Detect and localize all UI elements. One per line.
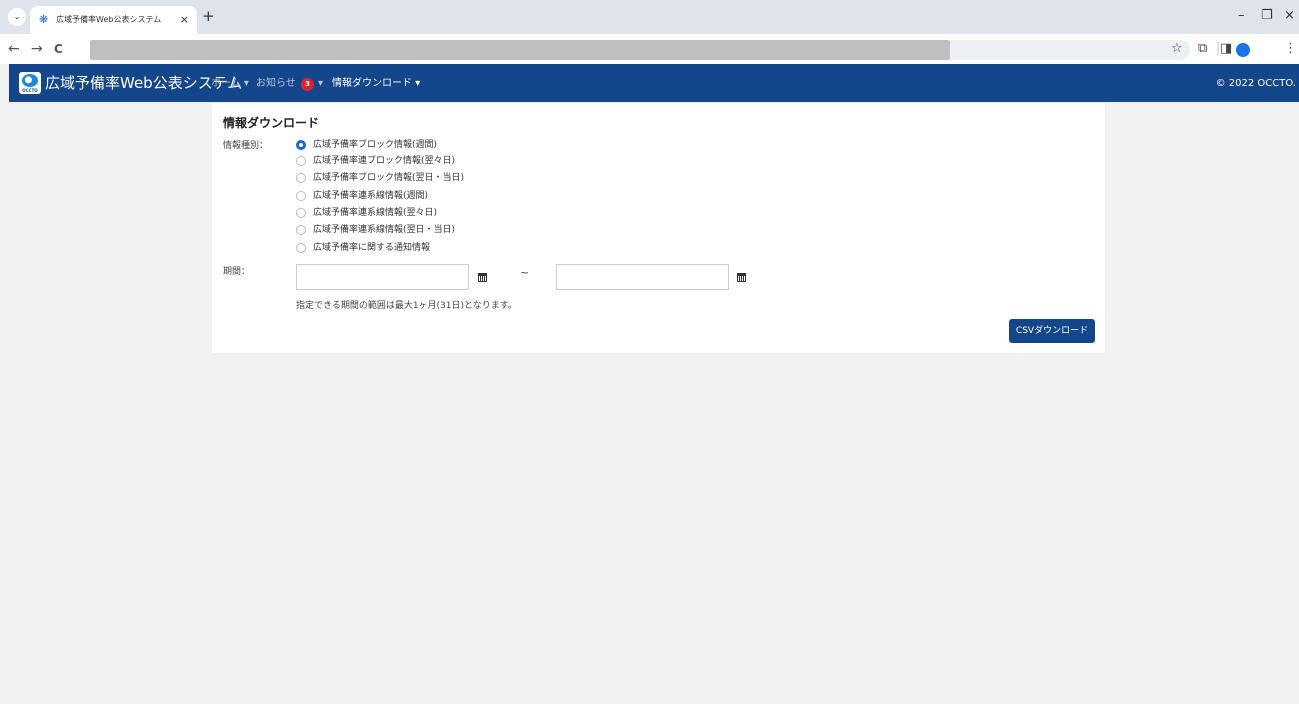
logo-text: OCCTO xyxy=(22,88,38,93)
new-tab-button[interactable]: + xyxy=(202,8,215,24)
bookmark-star-icon[interactable]: ☆ xyxy=(1171,40,1183,58)
profile-avatar-icon[interactable] xyxy=(1236,43,1250,57)
chevron-down-icon: ▾ xyxy=(415,78,421,89)
radio-label: 広域予備率連系線情報(翌々日) xyxy=(313,208,438,218)
radio-label: 広域予備率に関する通知情報 xyxy=(313,243,431,253)
tab-close-icon[interactable]: × xyxy=(180,13,189,27)
occto-logo[interactable]: OCCTO xyxy=(19,72,41,94)
address-bar-extension[interactable] xyxy=(950,40,1190,60)
radio-button[interactable] xyxy=(296,140,306,150)
browser-menu-icon[interactable]: ⋮ xyxy=(1284,40,1297,58)
reload-icon[interactable]: C xyxy=(54,40,63,58)
chevron-down-icon[interactable]: ▾ xyxy=(318,77,323,91)
tab-favicon-icon: ❋ xyxy=(39,13,49,26)
period-label: 期間： xyxy=(223,267,251,277)
browser-toolbar: ← → C ☆ ⧉ | ◨ ⋮ xyxy=(0,34,1299,64)
info-type-label: 情報種別： xyxy=(223,141,269,151)
chevron-down-icon: ▾ xyxy=(243,78,249,89)
logo-emblem-icon xyxy=(22,74,38,87)
nav-download-label: 情報ダウンロード xyxy=(332,78,412,89)
radio-label: 広域予備率ブロック情報(翌日・当日) xyxy=(313,173,465,183)
csv-download-button[interactable]: CSVダウンロード xyxy=(1009,319,1095,343)
side-panel-icon[interactable]: ◨ xyxy=(1220,40,1232,58)
radio-label: 広域予備率連系線情報(週間) xyxy=(313,191,429,201)
nav-home-label: ホーム xyxy=(211,78,241,89)
browser-tab[interactable]: ❋ 広域予備率Web公表システム × xyxy=(30,6,197,34)
extensions-icon[interactable]: ⧉ xyxy=(1198,40,1207,58)
app-navbar: OCCTO 広域予備率Web公表システム ホーム ▾ お知らせ 3 ▾ 情報ダウ… xyxy=(9,64,1299,102)
range-separator: ~ xyxy=(520,266,530,279)
calendar-icon[interactable] xyxy=(478,273,487,282)
start-date-input[interactable] xyxy=(296,264,469,290)
calendar-icon[interactable] xyxy=(737,273,746,282)
nav-home[interactable]: ホーム ▾ xyxy=(211,77,249,91)
window-close-icon[interactable]: × xyxy=(1284,8,1295,24)
tab-list-button[interactable]: ⌄ xyxy=(8,8,26,26)
radio-button[interactable] xyxy=(296,208,306,218)
address-bar[interactable] xyxy=(90,40,950,60)
radio-button[interactable] xyxy=(296,225,306,235)
radio-label: 広域予備率連系線情報(翌日・当日) xyxy=(313,225,456,235)
back-icon[interactable]: ← xyxy=(8,40,20,58)
radio-button[interactable] xyxy=(296,243,306,253)
copyright-text: © 2022 OCCTO. xyxy=(1215,78,1296,89)
restore-icon[interactable]: ❐ xyxy=(1261,8,1273,24)
browser-tab-bar: ⌄ ❋ 広域予備率Web公表システム × + – ❐ × xyxy=(0,0,1299,34)
forward-icon[interactable]: → xyxy=(31,40,43,58)
tab-title: 広域予備率Web公表システム xyxy=(56,15,162,24)
end-date-input[interactable] xyxy=(556,264,729,290)
period-hint-text: 指定できる期間の範囲は最大1ヶ月(31日)となります。 xyxy=(296,301,517,311)
download-panel: 情報ダウンロード 情報種別： 広域予備率ブロック情報(週間) 広域予備率連ブロッ… xyxy=(212,103,1105,353)
radio-button[interactable] xyxy=(296,156,306,166)
minimize-icon[interactable]: – xyxy=(1238,8,1245,24)
radio-label: 広域予備率ブロック情報(週間) xyxy=(313,140,438,150)
nav-news[interactable]: お知らせ xyxy=(256,77,296,91)
radio-button[interactable] xyxy=(296,173,306,183)
news-count-badge: 3 xyxy=(301,78,314,91)
radio-label: 広域予備率連ブロック情報(翌々日) xyxy=(313,156,456,166)
page-title: 情報ダウンロード xyxy=(223,116,320,130)
nav-download[interactable]: 情報ダウンロード ▾ xyxy=(332,77,420,91)
nav-news-label: お知らせ xyxy=(256,78,296,89)
radio-button[interactable] xyxy=(296,191,306,201)
